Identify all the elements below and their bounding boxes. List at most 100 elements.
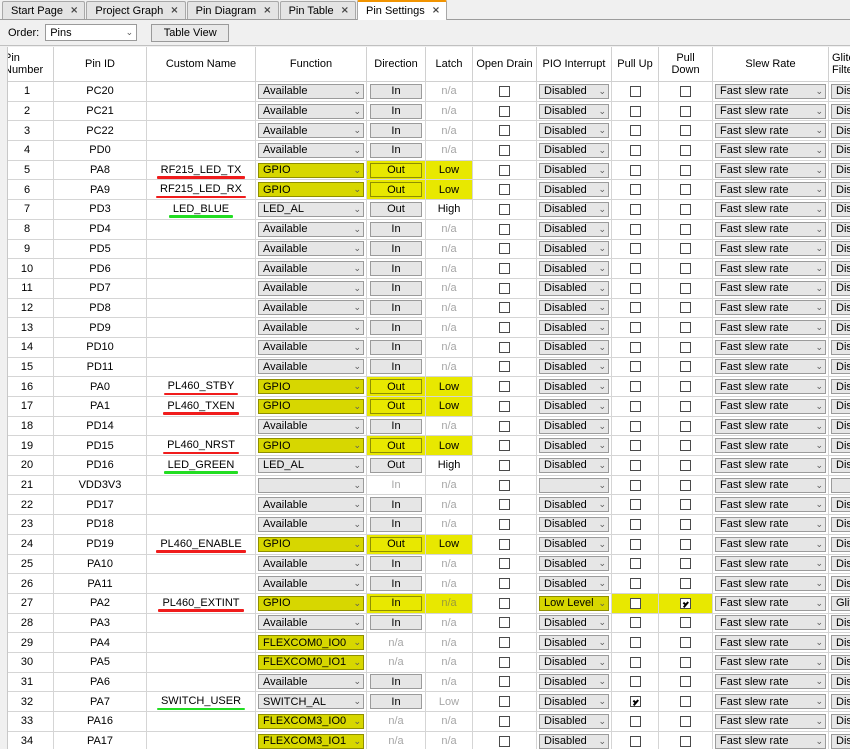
table-row[interactable]: 9 PD5 Available ⌄ In n/a Disabled ⌄ Fast slew ra…: [0, 238, 850, 260]
custom-name-cell[interactable]: [146, 81, 256, 102]
function-dropdown[interactable]: Available ⌄: [258, 359, 364, 375]
custom-name-cell[interactable]: [146, 711, 256, 732]
pull-down-cell[interactable]: [658, 730, 713, 749]
pull-up-cell[interactable]: [611, 573, 659, 594]
pull-down-checkbox[interactable]: [660, 594, 712, 612]
slew-rate-dropdown[interactable]: Fast slew rate ⌄: [715, 654, 826, 670]
glitch-filter-dropdown[interactable]: Disabled⌄: [831, 615, 850, 631]
glitch-filter-cell[interactable]: Disabled⌄: [828, 218, 850, 240]
function-cell[interactable]: Available ⌄: [255, 120, 367, 142]
pio-interrupt-dropdown[interactable]: Disabled ⌄: [539, 615, 609, 631]
open-drain-cell[interactable]: [472, 396, 537, 417]
pio-interrupt-dropdown[interactable]: Disabled ⌄: [539, 320, 609, 336]
table-row[interactable]: 30 PA5 FLEXCOM0_IO1 ⌄ n/a n/a Disabled ⌄ Fast sl…: [0, 651, 850, 673]
latch-cell[interactable]: n/a: [425, 494, 473, 516]
function-cell[interactable]: SWITCH_AL ⌄: [255, 691, 367, 712]
pull-up-cell[interactable]: [611, 396, 659, 417]
open-drain-checkbox[interactable]: [474, 358, 536, 376]
open-drain-checkbox[interactable]: [474, 575, 536, 593]
pull-up-cell[interactable]: [611, 494, 659, 516]
pio-interrupt-dropdown[interactable]: Disabled ⌄: [539, 142, 609, 158]
slew-rate-cell[interactable]: Fast slew rate ⌄: [712, 514, 829, 535]
latch-cell[interactable]: n/a: [425, 297, 473, 319]
glitch-filter-cell[interactable]: Disabled⌄: [828, 140, 850, 161]
custom-name-cell[interactable]: RF215_LED_RX: [146, 179, 256, 201]
pull-down-cell[interactable]: [658, 218, 713, 240]
custom-name-cell[interactable]: PL460_STBY: [146, 376, 256, 397]
open-drain-checkbox[interactable]: [474, 496, 536, 514]
open-drain-cell[interactable]: [472, 494, 537, 516]
table-row[interactable]: 4 PD0 Available ⌄ In n/a Disabled ⌄ Fast slew ra…: [0, 140, 850, 161]
open-drain-checkbox[interactable]: [474, 378, 536, 396]
direction-cell[interactable]: n/a: [366, 711, 426, 732]
function-dropdown[interactable]: Available ⌄: [258, 615, 364, 631]
pio-interrupt-dropdown[interactable]: Disabled ⌄: [539, 379, 609, 395]
pio-interrupt-dropdown[interactable]: Disabled ⌄: [539, 438, 609, 454]
direction-toggle[interactable]: n/a: [370, 714, 422, 729]
direction-cell[interactable]: In: [366, 140, 426, 161]
glitch-filter-dropdown[interactable]: Disabled⌄: [831, 654, 850, 670]
glitch-filter-dropdown[interactable]: Disabled⌄: [831, 359, 850, 375]
function-cell[interactable]: GPIO ⌄: [255, 592, 367, 614]
pio-interrupt-cell[interactable]: Disabled ⌄: [536, 120, 612, 142]
pull-down-checkbox[interactable]: [660, 417, 712, 435]
direction-cell[interactable]: Out: [366, 179, 426, 201]
open-drain-cell[interactable]: [472, 277, 537, 299]
function-cell[interactable]: Available ⌄: [255, 671, 367, 693]
pio-interrupt-cell[interactable]: ⌄: [536, 474, 612, 496]
pio-interrupt-dropdown[interactable]: Disabled ⌄: [539, 576, 609, 592]
function-dropdown[interactable]: Available ⌄: [258, 103, 364, 119]
open-drain-checkbox[interactable]: [474, 82, 536, 100]
open-drain-checkbox[interactable]: [474, 693, 536, 711]
direction-cell[interactable]: In: [366, 277, 426, 299]
latch-cell[interactable]: n/a: [425, 258, 473, 279]
function-dropdown[interactable]: GPIO ⌄: [258, 398, 364, 414]
glitch-filter-cell[interactable]: Disabled⌄: [828, 238, 850, 260]
direction-toggle[interactable]: In: [370, 221, 422, 237]
glitch-filter-cell[interactable]: Disabled⌄: [828, 573, 850, 594]
direction-cell[interactable]: In: [366, 336, 426, 358]
table-row[interactable]: 16 PA0 PL460_STBY GPIO ⌄ Out Low Disabled ⌄ Fast …: [0, 376, 850, 397]
pull-up-cell[interactable]: [611, 671, 659, 693]
table-row[interactable]: 14 PD10 Available ⌄ In n/a Disabled ⌄ Fast slew …: [0, 336, 850, 358]
close-icon[interactable]: ×: [432, 6, 440, 16]
slew-rate-dropdown[interactable]: Fast slew rate ⌄: [715, 142, 826, 158]
pull-up-cell[interactable]: [611, 632, 659, 653]
pio-interrupt-cell[interactable]: Disabled ⌄: [536, 179, 612, 201]
glitch-filter-cell[interactable]: Disabled⌄: [828, 671, 850, 693]
open-drain-cell[interactable]: [472, 317, 537, 338]
open-drain-checkbox[interactable]: [474, 476, 536, 494]
slew-rate-cell[interactable]: Fast slew rate ⌄: [712, 199, 829, 220]
open-drain-checkbox[interactable]: [474, 299, 536, 317]
pull-up-checkbox[interactable]: [613, 319, 658, 337]
custom-name-cell[interactable]: [146, 612, 256, 634]
custom-name-cell[interactable]: [146, 671, 256, 693]
latch-cell[interactable]: n/a: [425, 238, 473, 260]
open-drain-checkbox[interactable]: [474, 535, 536, 553]
function-dropdown[interactable]: GPIO ⌄: [258, 162, 364, 178]
function-dropdown[interactable]: Available ⌄: [258, 123, 364, 139]
pull-down-checkbox[interactable]: [660, 476, 712, 494]
open-drain-cell[interactable]: [472, 81, 537, 102]
open-drain-checkbox[interactable]: [474, 142, 536, 160]
open-drain-checkbox[interactable]: [474, 437, 536, 455]
pull-up-cell[interactable]: [611, 317, 659, 338]
slew-rate-dropdown[interactable]: Fast slew rate ⌄: [715, 241, 826, 257]
latch-cell[interactable]: n/a: [425, 140, 473, 161]
latch-cell[interactable]: Low: [425, 159, 473, 181]
pio-interrupt-cell[interactable]: Disabled ⌄: [536, 199, 612, 220]
glitch-filter-cell[interactable]: Disabled⌄: [828, 376, 850, 397]
pull-up-checkbox[interactable]: [613, 732, 658, 749]
glitch-filter-dropdown[interactable]: Disabled⌄: [831, 162, 850, 178]
direction-cell[interactable]: Out: [366, 435, 426, 457]
pull-up-checkbox[interactable]: [613, 161, 658, 179]
direction-toggle[interactable]: In: [370, 595, 422, 611]
function-dropdown[interactable]: Available ⌄: [258, 241, 364, 257]
pio-interrupt-dropdown[interactable]: Disabled ⌄: [539, 398, 609, 414]
glitch-filter-dropdown[interactable]: Disabled⌄: [831, 123, 850, 139]
custom-name-cell[interactable]: [146, 494, 256, 516]
slew-rate-cell[interactable]: Fast slew rate ⌄: [712, 415, 829, 437]
direction-toggle[interactable]: Out: [370, 398, 422, 414]
pio-interrupt-cell[interactable]: Disabled ⌄: [536, 533, 612, 555]
close-icon[interactable]: ×: [263, 5, 271, 16]
